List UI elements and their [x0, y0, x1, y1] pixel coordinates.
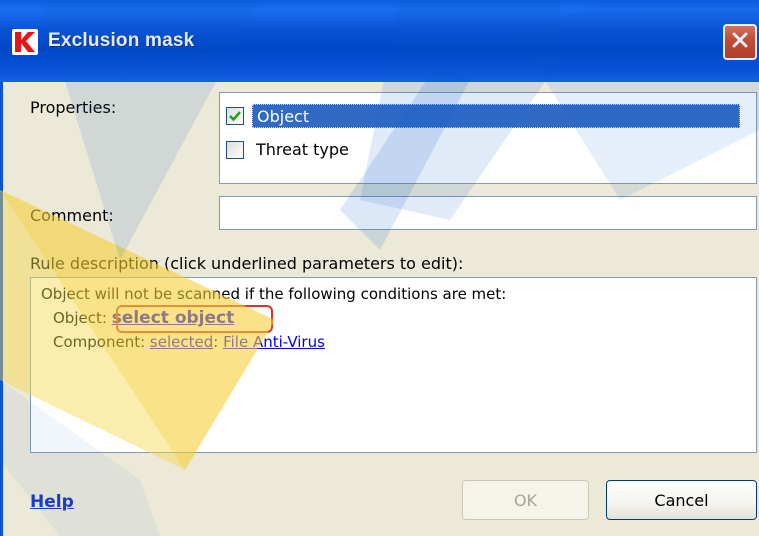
component-separator: :	[213, 333, 219, 351]
cancel-button[interactable]: Cancel	[606, 480, 757, 520]
file-anti-virus-link[interactable]: File Anti-Virus	[223, 333, 325, 351]
comment-field[interactable]	[219, 196, 757, 230]
close-x-icon	[731, 31, 749, 53]
help-link[interactable]: Help	[30, 492, 74, 512]
component-selected-link[interactable]: selected	[150, 333, 213, 351]
ok-button[interactable]: OK	[462, 480, 589, 520]
dialog-body: Properties: Object Threat type Comment: …	[0, 82, 759, 536]
rule-object-line: Object: select object	[53, 308, 234, 328]
window-title: Exclusion mask	[48, 30, 195, 51]
threat-type-checkbox[interactable]	[226, 141, 244, 159]
object-checkbox[interactable]	[226, 107, 244, 125]
rule-description-label: Rule description (click underlined param…	[30, 254, 464, 273]
object-prefix: Object:	[53, 309, 107, 327]
rule-component-line: Component: selected: File Anti-Virus	[53, 333, 325, 351]
properties-list[interactable]: Object Threat type	[219, 92, 757, 184]
properties-label: Properties:	[30, 98, 117, 117]
close-button[interactable]	[723, 24, 757, 60]
list-item-label: Threat type	[256, 140, 349, 159]
checkmark-icon	[229, 111, 241, 122]
component-prefix: Component:	[53, 333, 146, 351]
list-item-threat-type[interactable]: Threat type	[226, 137, 353, 163]
list-item-object[interactable]: Object	[226, 103, 740, 129]
select-object-link[interactable]: select object	[112, 308, 235, 328]
rule-description-box: Object will not be scanned if the follow…	[30, 277, 757, 453]
list-item-label: Object	[252, 104, 740, 128]
title-bar: Exclusion mask	[0, 0, 759, 82]
comment-label: Comment:	[30, 206, 114, 225]
kaspersky-logo-icon	[12, 29, 38, 55]
rule-intro: Object will not be scanned if the follow…	[41, 285, 507, 303]
